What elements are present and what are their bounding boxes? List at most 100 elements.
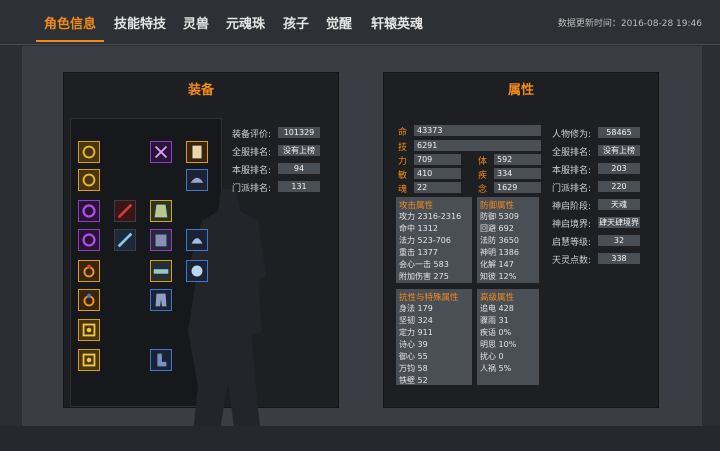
active-tab-underline [36,40,104,42]
poetry-line: 诗心 39 [399,339,428,350]
body-line: 身法 179 [399,303,433,314]
heavy-hit-line: 重击 1377 [399,247,438,258]
equip-server-rank-value: 94 [278,163,320,174]
calamity-label: 人祸 [480,364,496,373]
skill-points-value: 6291 [414,140,541,151]
accuracy-label: 命中 [399,224,415,233]
attack-attributes-title: 攻击属性 [399,201,434,211]
equip-slot-right-5[interactable] [150,229,172,251]
nav-divider [0,44,720,45]
enlighten-level-label: 启慧等级: [552,238,592,248]
equip-slot-weapon-2[interactable] [114,229,136,251]
tab-character-info[interactable]: 角色信息 [44,13,96,32]
resolve-line: 化解 147 [480,259,514,270]
equip-slot-right-3[interactable] [186,169,208,191]
tenacity-line: 坚韧 324 [399,315,433,326]
update-label: 数据更新时间： [557,19,621,29]
insight-line: 知彼 12% [480,271,516,282]
equip-slot-right-10[interactable] [150,349,172,371]
tab-children[interactable]: 孩子 [283,13,309,32]
resist-attributes-box: 抗性与特殊属性 身法 179 坚韧 324 定力 911 诗心 39 御心 55… [396,289,472,385]
magic-defense-value: 3650 [498,236,519,245]
tenacity-value: 324 [417,316,433,325]
equip-sect-rank-value: 131 [278,181,320,192]
equip-slot-right-7[interactable] [150,260,172,282]
cultivation-value: 58465 [598,127,640,138]
thunder-value: 58 [417,364,428,373]
weapon-icon [151,142,171,162]
swift-speech-value: 0% [498,328,512,337]
critical-value: 583 [433,260,449,269]
equip-slot-right-2[interactable] [186,141,208,163]
accuracy-value: 1312 [417,224,438,233]
equip-slot-right-4[interactable] [150,200,172,222]
magic-power-value: 523-706 [417,236,451,245]
agi-value: 410 [414,168,461,179]
equip-global-rank-value: 没有上榜 [278,145,320,156]
bonus-damage-label: 附加伤害 [399,272,431,281]
guard-mind-line: 御心 55 [399,351,428,362]
ring-icon [79,170,99,190]
poetry-value: 39 [417,340,428,349]
equip-slot-left-1[interactable] [78,141,100,163]
attr-server-rank-value: 203 [598,163,640,174]
equip-score-value: 101329 [278,127,320,138]
resolve-label: 化解 [480,260,496,269]
divine-value: 1386 [498,248,519,257]
divine-realm-value: 肆天肆境界 [598,217,640,228]
equip-slot-left-2[interactable] [78,169,100,191]
iron-wall-value: 52 [417,376,428,385]
str-value: 709 [414,154,461,165]
top-nav: 角色信息 技能特技 灵兽 元魂珠 孩子 觉醒 轩辕英魂 数据更新时间：2016-… [0,0,720,44]
body-value: 179 [417,304,433,313]
heavy-hit-label: 重击 [399,248,415,257]
equip-slot-right-6[interactable] [186,229,208,251]
equip-global-rank-label: 全服排名: [232,148,272,158]
bonus-damage-value: 275 [433,272,449,281]
clear-thought-label: 明思 [480,340,496,349]
tab-spirit-beast[interactable]: 灵兽 [183,13,209,32]
tab-xuanyuan-hero[interactable]: 轩辕英魂 [371,13,423,32]
spirit-points-value: 338 [598,253,640,264]
attributes-title: 属性 [507,83,534,98]
focus-value: 911 [417,328,433,337]
tab-awakening[interactable]: 觉醒 [326,13,352,32]
defense-value: 5309 [498,212,519,221]
equip-slot-left-7[interactable] [78,319,100,341]
equip-slot-weapon-1[interactable] [114,200,136,222]
amulet-icon [79,350,99,370]
ring-icon [79,290,99,310]
attack-line: 攻力 2316-2316 [399,211,461,222]
poetry-label: 诗心 [399,340,415,349]
disturb-value: 0 [498,352,504,361]
magic-power-label: 法力 [399,236,415,245]
equip-slot-left-5[interactable] [78,260,100,282]
skill-points-label: 技 [398,143,408,153]
equip-slot-right-1[interactable] [150,141,172,163]
tab-skills[interactable]: 技能特技 [114,13,166,32]
attr-sect-rank-value: 220 [598,181,640,192]
resolve-value: 147 [498,260,514,269]
clear-thought-value: 10% [498,340,517,349]
weapon-icon [115,201,135,221]
update-time: 数据更新时间：2016-08-28 19:46 [558,16,702,29]
equip-slot-left-6[interactable] [78,289,100,311]
tab-soul-orb[interactable]: 元魂珠 [226,13,265,32]
attr-sect-rank-label: 门派排名: [552,184,592,194]
str-label: 力 [398,157,408,167]
focus-line: 定力 911 [399,327,433,338]
equip-slot-right-9[interactable] [150,289,172,311]
equip-slot-right-8[interactable] [186,260,208,282]
iron-wall-label: 铁壁 [399,376,415,385]
character-silhouette [186,189,266,443]
equip-slot-left-3[interactable] [78,200,100,222]
hp-value: 43373 [414,125,541,136]
tenacity-label: 坚韧 [399,316,415,325]
pants-icon [151,290,171,310]
equip-slot-left-4[interactable] [78,229,100,251]
resist-attributes-title: 抗性与特殊属性 [399,293,459,303]
ring-icon [79,261,99,281]
bottom-strip [0,426,720,451]
equip-slot-left-8[interactable] [78,349,100,371]
spd-value: 334 [494,168,541,179]
